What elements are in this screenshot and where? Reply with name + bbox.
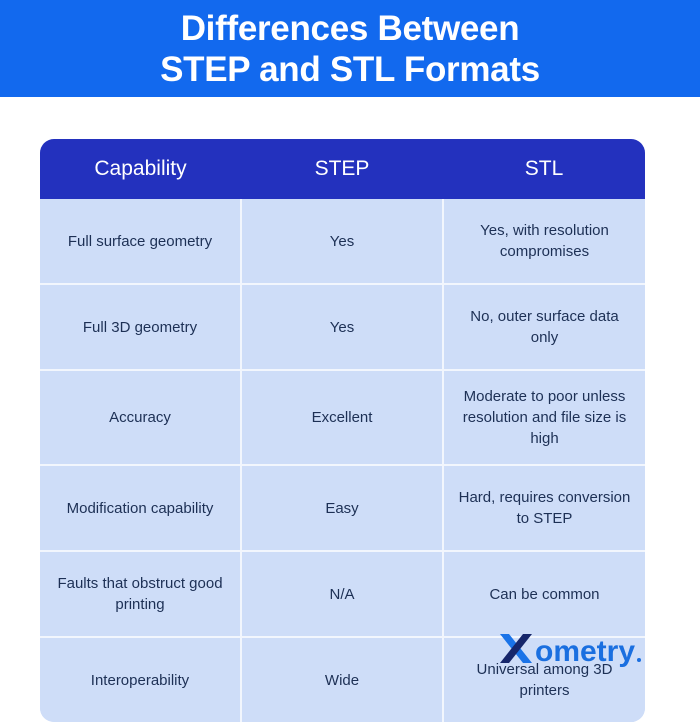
xometry-logo-svg: ometry: [500, 634, 641, 668]
cell-step: Yes: [241, 199, 444, 285]
cell-stl: Moderate to poor unless resolution and f…: [443, 370, 645, 466]
xometry-wordmark: ometry: [535, 635, 635, 668]
cell-capability: Faults that obstruct good printing: [40, 551, 242, 638]
table-header: Capability STEP STL: [40, 139, 645, 199]
cell-stl: Can be common: [443, 551, 645, 638]
cell-step: Excellent: [241, 370, 444, 466]
header-banner: Differences Between STEP and STL Formats: [0, 0, 700, 97]
page-title-line-2: STEP and STL Formats: [160, 49, 540, 89]
table-row: Full 3D geometry Yes No, outer surface d…: [40, 284, 645, 371]
table-header-row: Capability STEP STL: [40, 139, 645, 199]
xometry-registered-dot-icon: [637, 658, 641, 662]
cell-capability: Accuracy: [40, 370, 242, 466]
table-row: Full surface geometry Yes Yes, with reso…: [40, 199, 645, 285]
cell-capability: Full 3D geometry: [40, 284, 242, 371]
cell-stl: Hard, requires conversion to STEP: [443, 465, 645, 552]
xometry-logo: ometry: [497, 630, 645, 670]
xometry-x-mark-icon: [500, 634, 532, 663]
table-row: Modification capability Easy Hard, requi…: [40, 465, 645, 552]
cell-step: N/A: [241, 551, 444, 638]
table-row: Faults that obstruct good printing N/A C…: [40, 551, 645, 638]
cell-capability: Full surface geometry: [40, 199, 242, 285]
cell-step: Wide: [241, 637, 444, 722]
cell-capability: Interoperability: [40, 637, 242, 722]
column-header-stl: STL: [443, 139, 645, 199]
cell-capability: Modification capability: [40, 465, 242, 552]
cell-step: Easy: [241, 465, 444, 552]
page-title-line-1: Differences Between: [180, 8, 520, 48]
cell-step: Yes: [241, 284, 444, 371]
cell-stl: Yes, with resolution compromises: [443, 199, 645, 285]
column-header-step: STEP: [241, 139, 443, 199]
table-row: Accuracy Excellent Moderate to poor unle…: [40, 370, 645, 466]
cell-stl: No, outer surface data only: [443, 284, 645, 371]
column-header-capability: Capability: [40, 139, 241, 199]
